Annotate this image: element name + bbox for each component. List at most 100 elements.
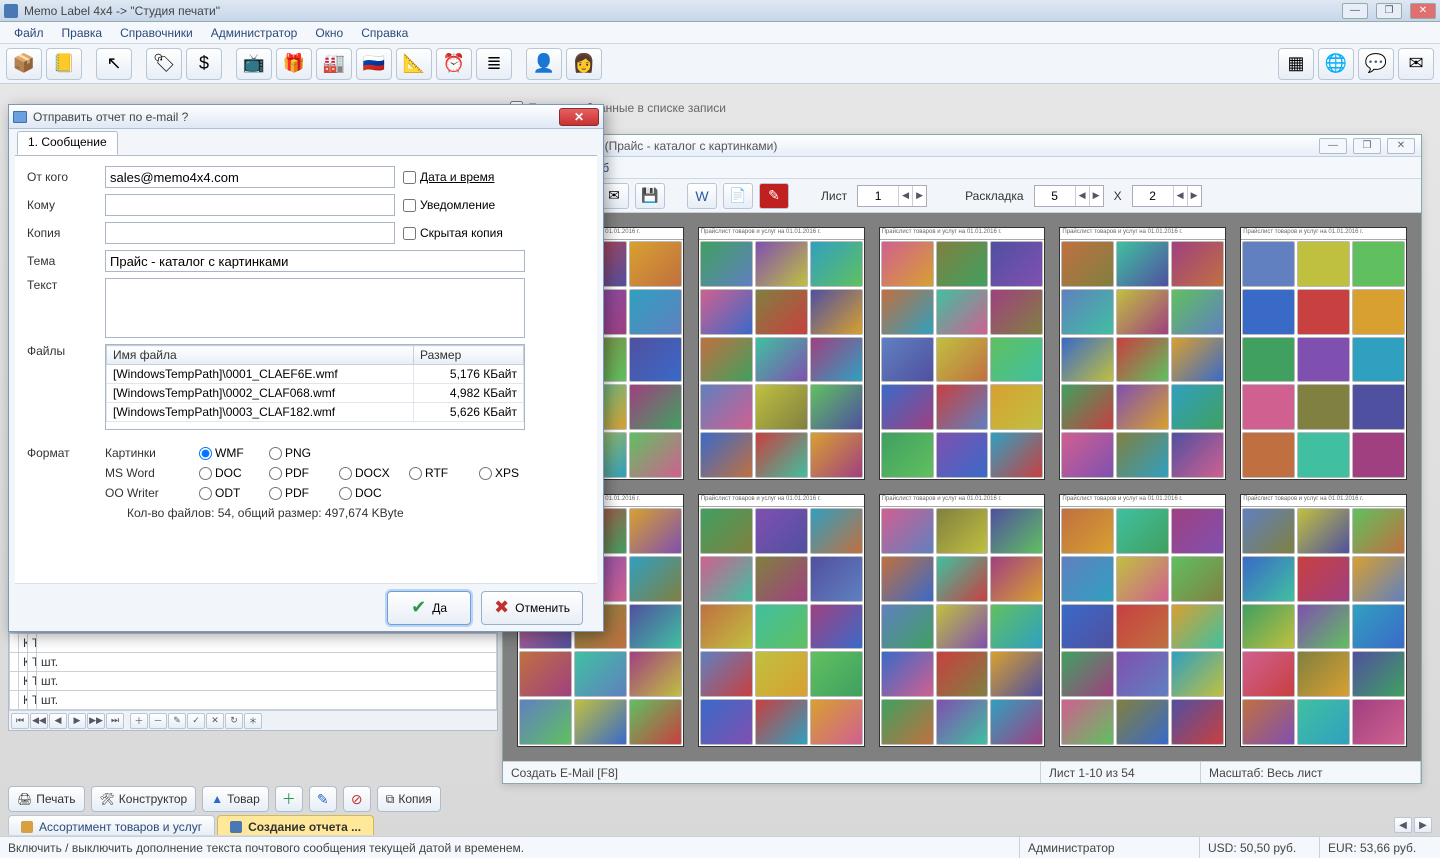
preview-page[interactable]: Прайслист товаров и услуг на 01.01.2016 … [698, 227, 865, 480]
tool-clock-icon[interactable]: ⏰ [436, 48, 472, 80]
grid-navigator[interactable]: ⏮◀◀◀▶▶▶⏭ ＋－✎✓✕↻ ＊ [9, 710, 497, 730]
layout-cols-spinner[interactable]: ◀▶ [1034, 185, 1104, 207]
table-row[interactable]: Коврик для мыши "Sunset" Hama, тонкий (Н… [10, 672, 497, 691]
cc-input[interactable] [105, 222, 395, 244]
preview-page[interactable]: Прайслист товаров и услуг на 01.01.2016 … [1059, 227, 1226, 480]
dialog-tab-message[interactable]: 1. Сообщение [17, 131, 118, 155]
bcc-checkbox[interactable]: Скрытая копия [403, 226, 503, 240]
product-button[interactable]: ▲Товар [202, 786, 269, 812]
product-grid[interactable]: Коврик для мыши "Sunset" Hama (ассорти)Т… [8, 632, 498, 731]
doctab-assortment[interactable]: Ассортимент товаров и услуг [8, 815, 215, 835]
fmt-docx[interactable]: DOCX [339, 466, 401, 480]
maximize-button[interactable]: ❐ [1376, 3, 1402, 19]
fmt-png[interactable]: PNG [269, 446, 331, 460]
tool-flag-icon[interactable]: 🇷🇺 [356, 48, 392, 80]
preview-page[interactable]: Прайслист товаров и услуг на 01.01.2016 … [698, 494, 865, 747]
file-row[interactable]: [WindowsTempPath]\0003_CLAF182.wmf5,626 … [107, 403, 524, 422]
preview-page[interactable]: Прайслист товаров и услуг на 01.01.2016 … [1240, 494, 1407, 747]
tool-tv-icon[interactable]: 📺 [236, 48, 272, 80]
table-row[interactable]: Коврик для мыши "Sunset" Hama (ассорти)Т… [10, 634, 497, 653]
mail-icon [13, 111, 27, 123]
preview-pages-area[interactable]: Прайслист товаров и услуг на 01.01.2016 … [503, 213, 1421, 761]
table-row[interactable]: Коврик для мыши "Sunset" Hama, толщина :… [10, 653, 497, 672]
pv-pdf-icon[interactable]: ✎ [759, 183, 789, 209]
layout-x-label: X [1114, 189, 1122, 203]
pv-doc-icon[interactable]: 📄 [723, 183, 753, 209]
menu-file[interactable]: Файл [6, 24, 52, 42]
tool-factory-icon[interactable]: 🏭 [316, 48, 352, 80]
tool-gift-icon[interactable]: 🎁 [276, 48, 312, 80]
pv-word-icon[interactable]: W [687, 183, 717, 209]
tool-list-icon[interactable]: ≣ [476, 48, 512, 80]
fmt-odt[interactable]: ODT [199, 486, 261, 500]
from-input[interactable] [105, 166, 395, 188]
main-toolbar: 📦 📒 ↖ 🏷 $ 📺 🎁 🏭 🇷🇺 📐 ⏰ ≣ 👤 👩 ▦ 🌐 💬 ✉ [0, 44, 1440, 84]
sheet-spinner[interactable]: ◀▶ [857, 185, 927, 207]
tool-cursor-icon[interactable]: ↖ [96, 48, 132, 80]
datetime-checkbox[interactable]: Дата и время [403, 170, 494, 184]
file-row[interactable]: [WindowsTempPath]\0002_CLAF068.wmf4,982 … [107, 384, 524, 403]
dialog-close-button[interactable]: ✕ [559, 108, 599, 126]
close-button[interactable]: ✕ [1410, 3, 1436, 19]
doctab-report[interactable]: Создание отчета ... [217, 815, 374, 835]
tool-ruler-icon[interactable]: 📐 [396, 48, 432, 80]
layout-label: Раскладка [965, 189, 1024, 203]
minimize-button[interactable]: — [1342, 3, 1368, 19]
msword-label: MS Word [105, 466, 191, 480]
preview-close-button[interactable]: ✕ [1387, 138, 1415, 154]
preview-page[interactable]: Прайслист товаров и услуг на 01.01.2016 … [1059, 494, 1226, 747]
layout-rows-input[interactable] [1133, 189, 1173, 203]
preview-page[interactable]: Прайслист товаров и услуг на 01.01.2016 … [879, 494, 1046, 747]
copy-button[interactable]: ⧉Копия [377, 786, 441, 812]
delete-button[interactable]: ⊘ [343, 786, 371, 812]
fmt-odoc[interactable]: DOC [339, 486, 401, 500]
tool-globe-icon[interactable]: 🌐 [1318, 48, 1354, 80]
ok-button[interactable]: ✔Да [387, 591, 471, 625]
preview-max-button[interactable]: ❐ [1353, 138, 1381, 154]
menu-admin[interactable]: Администратор [203, 24, 306, 42]
tool-userf-icon[interactable]: 👩 [566, 48, 602, 80]
tool-stamp-icon[interactable]: ▦ [1278, 48, 1314, 80]
tool-book-icon[interactable]: 📒 [46, 48, 82, 80]
files-list[interactable]: Имя файлаРазмер [WindowsTempPath]\0001_C… [105, 344, 525, 430]
menu-window[interactable]: Окно [307, 24, 351, 42]
add-button[interactable]: ＋ [275, 786, 303, 812]
menu-edit[interactable]: Правка [54, 24, 111, 42]
layout-rows-spinner[interactable]: ◀▶ [1132, 185, 1202, 207]
file-row[interactable]: [WindowsTempPath]\0001_CLAEF6E.wmf5,176 … [107, 365, 524, 384]
printer-icon: 🖨 [17, 792, 32, 806]
tabs-scroll-left[interactable]: ◀ [1394, 817, 1412, 833]
edit-button[interactable]: ✎ [309, 786, 337, 812]
constructor-button[interactable]: 🛠Конструктор [91, 786, 197, 812]
print-button[interactable]: 🖨Печать [8, 786, 85, 812]
fmt-rtf[interactable]: RTF [409, 466, 471, 480]
tool-chat-icon[interactable]: 💬 [1358, 48, 1394, 80]
preview-min-button[interactable]: — [1319, 138, 1347, 154]
menu-help[interactable]: Справка [353, 24, 416, 42]
tool-box-icon[interactable]: 📦 [6, 48, 42, 80]
table-row[interactable]: Коврик для мыши "Surfer" Hama (ассорти) … [10, 691, 497, 710]
subject-input[interactable] [105, 250, 525, 272]
tool-tag-icon[interactable]: 🏷 [146, 48, 182, 80]
fmt-wmf[interactable]: WMF [199, 446, 261, 460]
to-input[interactable] [105, 194, 395, 216]
pv-save-icon[interactable]: 💾 [635, 183, 665, 209]
body-textarea[interactable] [105, 278, 525, 338]
check-icon: ✔ [411, 597, 426, 618]
menu-refs[interactable]: Справочники [112, 24, 201, 42]
tool-user-icon[interactable]: 👤 [526, 48, 562, 80]
tool-mail-icon[interactable]: ✉ [1398, 48, 1434, 80]
notify-checkbox[interactable]: Уведомление [403, 198, 495, 212]
fmt-pdf[interactable]: PDF [269, 466, 331, 480]
tool-dollar-icon[interactable]: $ [186, 48, 222, 80]
preview-window: ный просмотр -> (Прайс - каталог с карти… [502, 134, 1422, 784]
fmt-opdf[interactable]: PDF [269, 486, 331, 500]
preview-page[interactable]: Прайслист товаров и услуг на 01.01.2016 … [1240, 227, 1407, 480]
layout-cols-input[interactable] [1035, 189, 1075, 203]
fmt-xps[interactable]: XPS [479, 466, 541, 480]
cancel-button[interactable]: ✖Отменить [481, 591, 583, 625]
sheet-input[interactable] [858, 189, 898, 203]
preview-page[interactable]: Прайслист товаров и услуг на 01.01.2016 … [879, 227, 1046, 480]
tabs-scroll-right[interactable]: ▶ [1414, 817, 1432, 833]
fmt-doc[interactable]: DOC [199, 466, 261, 480]
